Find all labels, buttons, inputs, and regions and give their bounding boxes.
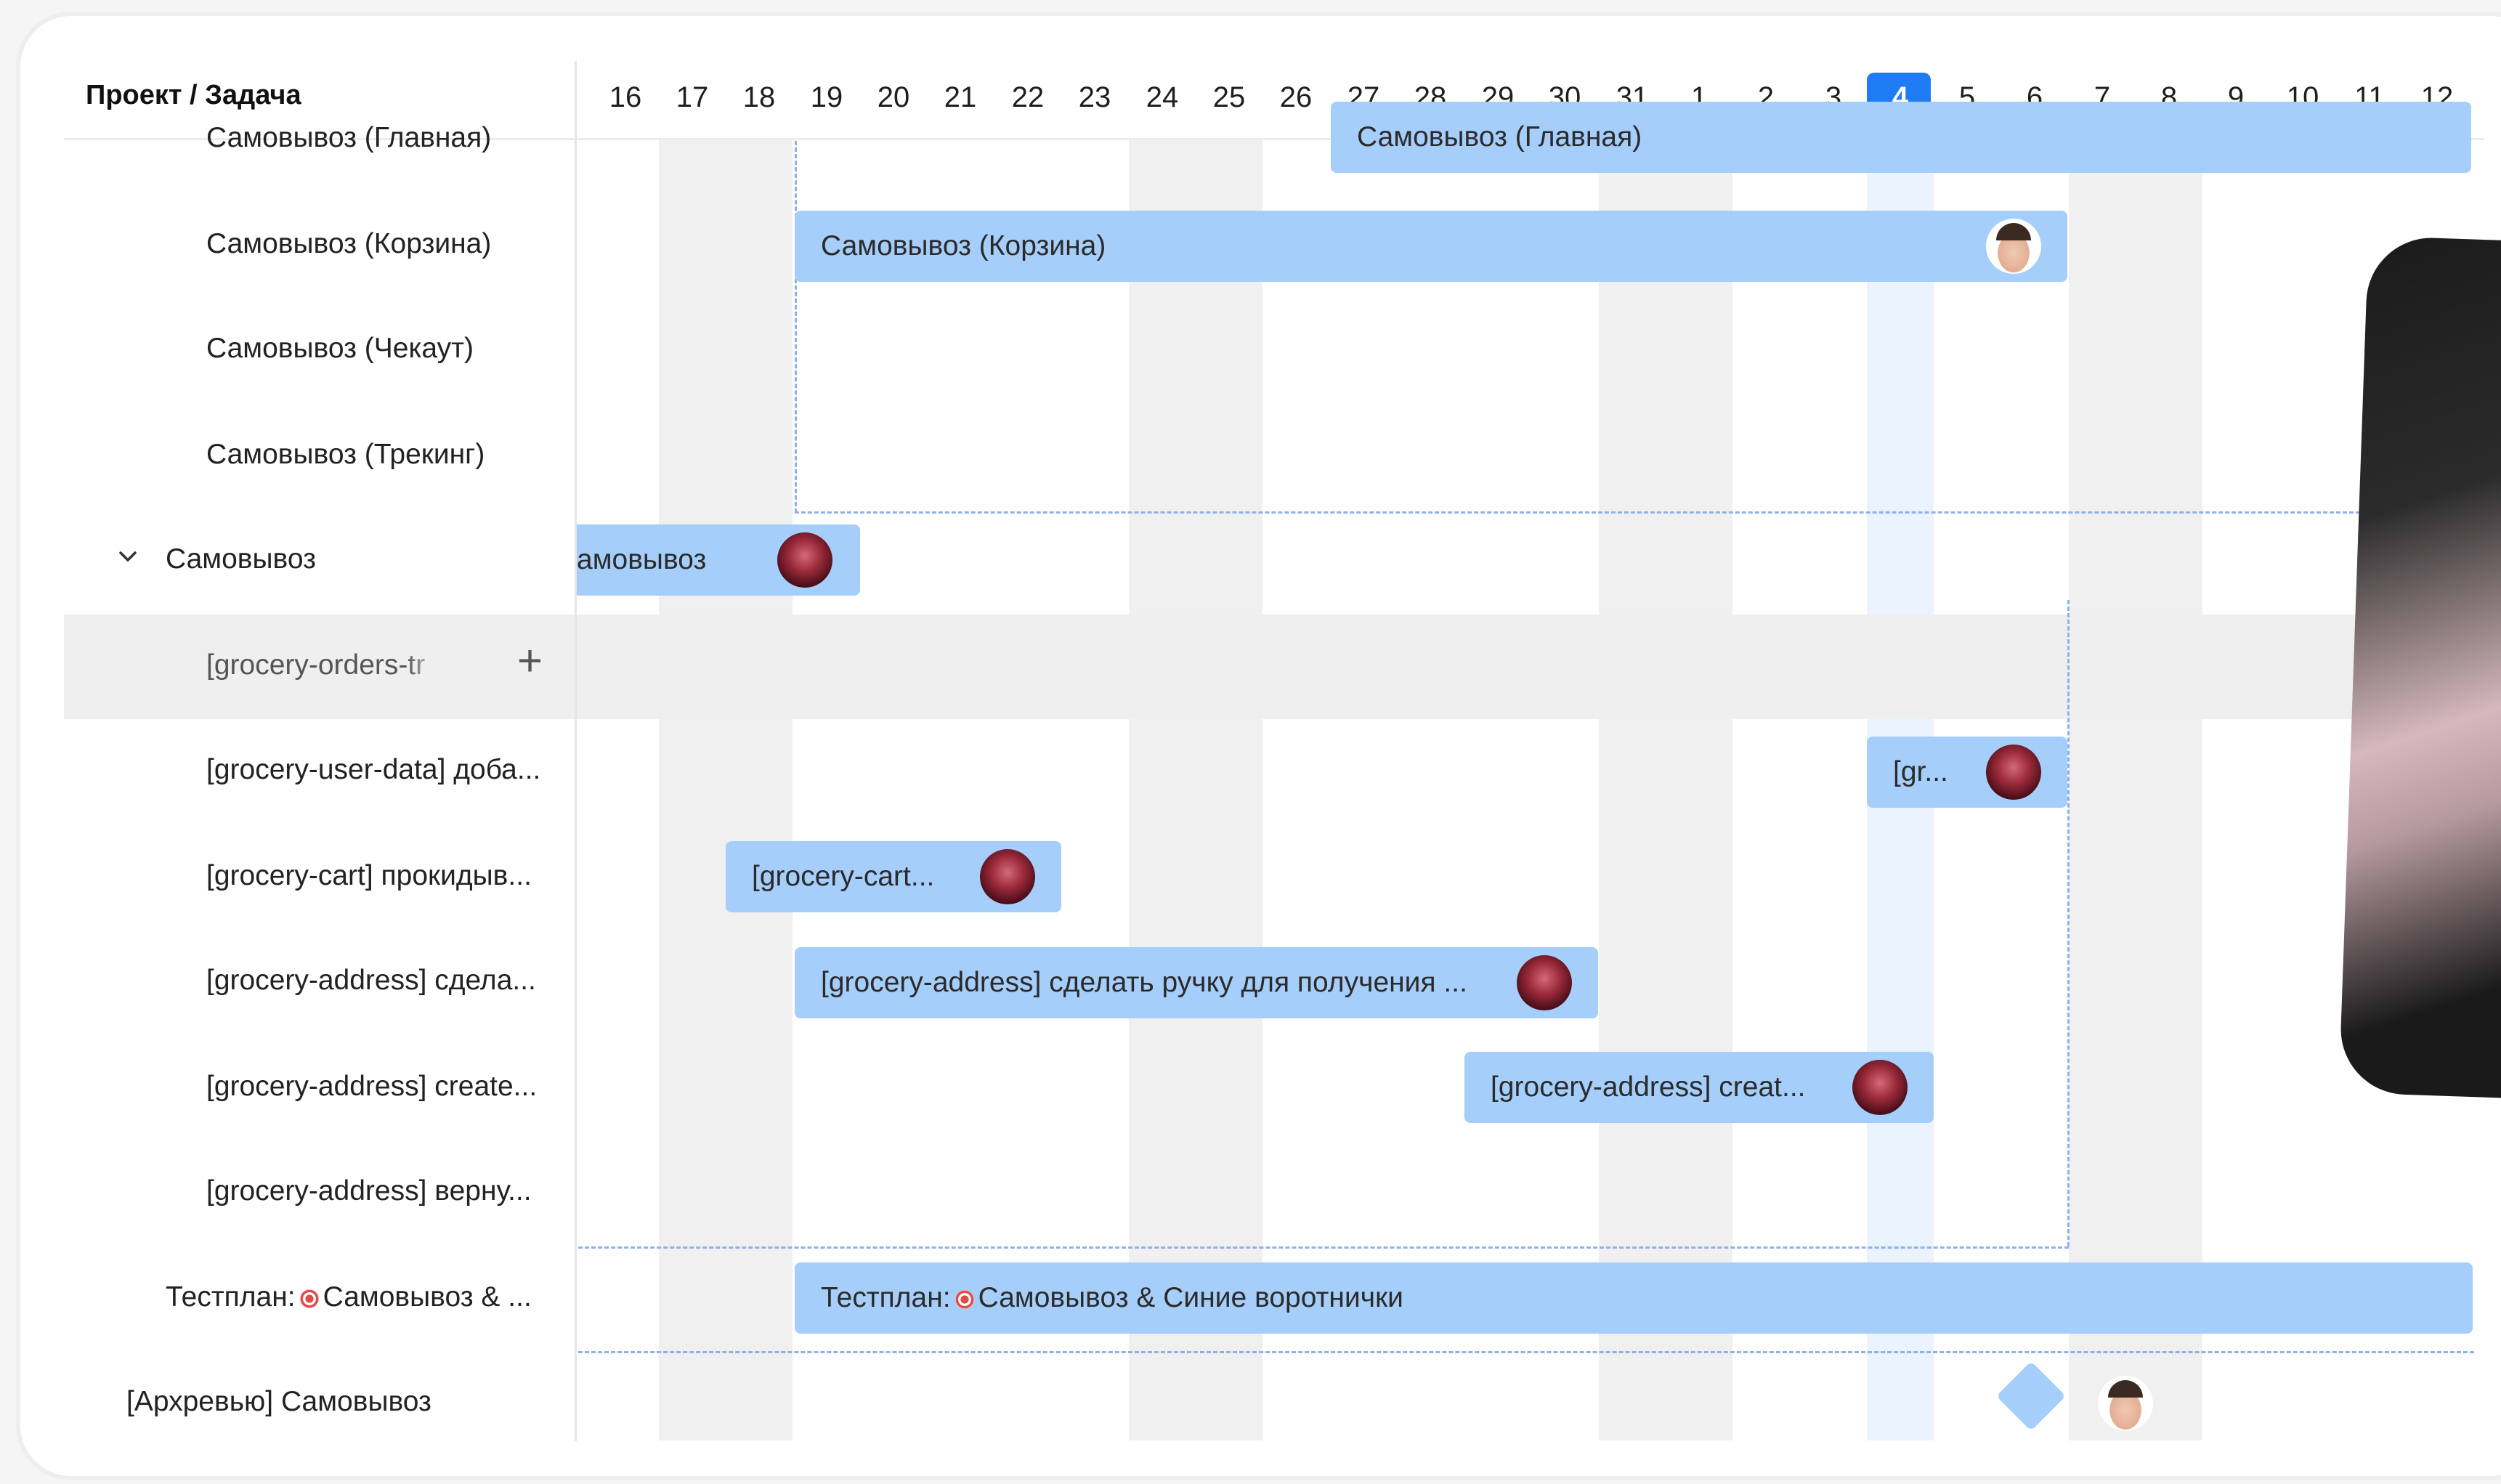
task-item[interactable]: [grocery-cart] прокидыв... bbox=[206, 860, 532, 892]
task-group-item[interactable]: Самовывоз bbox=[166, 543, 316, 575]
weekend-column bbox=[2069, 140, 2202, 1440]
dependency-line bbox=[578, 1246, 2069, 1249]
column-header-project-task: Проект / Задача bbox=[86, 80, 301, 110]
gantt-bar-testplan[interactable]: Тестплан: Самовывоз & Синие воротнички bbox=[795, 1262, 2473, 1334]
task-item[interactable]: Самовывоз (Главная) bbox=[206, 122, 491, 154]
task-item[interactable]: [Архревью] Самовывоз bbox=[126, 1386, 431, 1418]
gantt-bar[interactable]: амовывоз bbox=[577, 524, 860, 596]
bar-label: [grocery-cart... bbox=[752, 861, 935, 892]
weekend-column bbox=[659, 140, 793, 1440]
testplan-name: Самовывоз & ... bbox=[323, 1281, 532, 1313]
task-item[interactable]: Самовывоз (Чекаут) bbox=[206, 333, 474, 365]
weekend-column bbox=[1129, 140, 1262, 1440]
avatar[interactable] bbox=[980, 849, 1035, 904]
target-icon bbox=[299, 1289, 319, 1308]
task-item[interactable]: [grocery-address] верну... bbox=[206, 1175, 532, 1207]
day-label: 26 bbox=[1279, 81, 1313, 113]
video-overlay bbox=[2338, 235, 2501, 1101]
task-item[interactable]: [grocery-user-data] доба... bbox=[206, 754, 540, 786]
chevron-down-icon[interactable] bbox=[118, 546, 138, 567]
text-fade bbox=[407, 639, 458, 690]
gantt-bar[interactable]: Самовывоз (Корзина) bbox=[795, 211, 2067, 282]
task-item-testplan[interactable]: Тестплан: Самовывоз & ... bbox=[166, 1281, 532, 1313]
dependency-line bbox=[578, 1351, 2474, 1353]
bar-label: [grocery-address] creat... bbox=[1491, 1071, 1806, 1103]
gantt-bar[interactable]: [grocery-address] сделать ручку для полу… bbox=[795, 947, 1598, 1018]
dependency-line bbox=[795, 141, 797, 513]
day-label: 24 bbox=[1146, 81, 1179, 113]
testplan-prefix: Тестплан: bbox=[166, 1281, 296, 1313]
weekend-column bbox=[1599, 140, 1732, 1440]
gantt-card: Проект / Задача 16 17 18 19 20 21 22 23 … bbox=[20, 16, 2501, 1476]
gantt-bar[interactable]: Самовывоз (Главная) bbox=[1331, 102, 2471, 173]
target-icon bbox=[954, 1289, 974, 1309]
bar-label: Самовывоз (Корзина) bbox=[821, 230, 1106, 261]
day-label: 17 bbox=[676, 81, 709, 113]
bar-label: Самовывоз (Главная) bbox=[1357, 121, 1642, 153]
dependency-line bbox=[795, 511, 2393, 514]
bar-label: [gr... bbox=[1893, 756, 1948, 787]
gantt-bar[interactable]: [grocery-cart... bbox=[726, 841, 1061, 912]
task-item[interactable]: [grocery-address] сдела... bbox=[206, 965, 536, 997]
avatar[interactable] bbox=[1986, 745, 2041, 800]
testplan-prefix: Тестплан: bbox=[821, 1282, 951, 1313]
bar-label: [grocery-address] сделать ручку для полу… bbox=[821, 967, 1467, 998]
day-label: 22 bbox=[1011, 81, 1045, 113]
dependency-line bbox=[2067, 600, 2070, 1246]
task-item[interactable]: [grocery-orders-tr bbox=[206, 649, 425, 681]
day-label: 19 bbox=[810, 81, 843, 113]
avatar[interactable] bbox=[1517, 955, 1572, 1010]
day-label: 25 bbox=[1212, 81, 1246, 113]
avatar[interactable] bbox=[777, 532, 832, 588]
gantt-bar[interactable]: [gr... bbox=[1867, 737, 2067, 808]
avatar[interactable] bbox=[2098, 1376, 2153, 1431]
bar-label: амовывоз bbox=[577, 544, 707, 575]
timeline-left-border bbox=[575, 61, 577, 1441]
task-item[interactable]: Самовывоз (Трекинг) bbox=[206, 439, 485, 471]
milestone-diamond[interactable] bbox=[1995, 1361, 2067, 1432]
testplan-name: Самовывоз & Синие воротнички bbox=[978, 1282, 1403, 1313]
add-icon[interactable]: + bbox=[517, 639, 543, 683]
day-label: 23 bbox=[1078, 81, 1111, 113]
avatar[interactable] bbox=[1986, 219, 2041, 274]
task-item[interactable]: [grocery-address] create... bbox=[206, 1071, 537, 1103]
day-label: 21 bbox=[944, 81, 977, 113]
avatar[interactable] bbox=[1852, 1060, 1908, 1115]
gantt-bar[interactable]: [grocery-address] creat... bbox=[1464, 1052, 1934, 1123]
day-label: 20 bbox=[877, 81, 910, 113]
task-item[interactable]: Самовывоз (Корзина) bbox=[206, 228, 491, 260]
bar-label: Тестплан: Самовывоз & Синие воротнички bbox=[821, 1262, 1403, 1334]
day-label: 18 bbox=[742, 81, 776, 113]
day-label: 16 bbox=[609, 81, 642, 113]
